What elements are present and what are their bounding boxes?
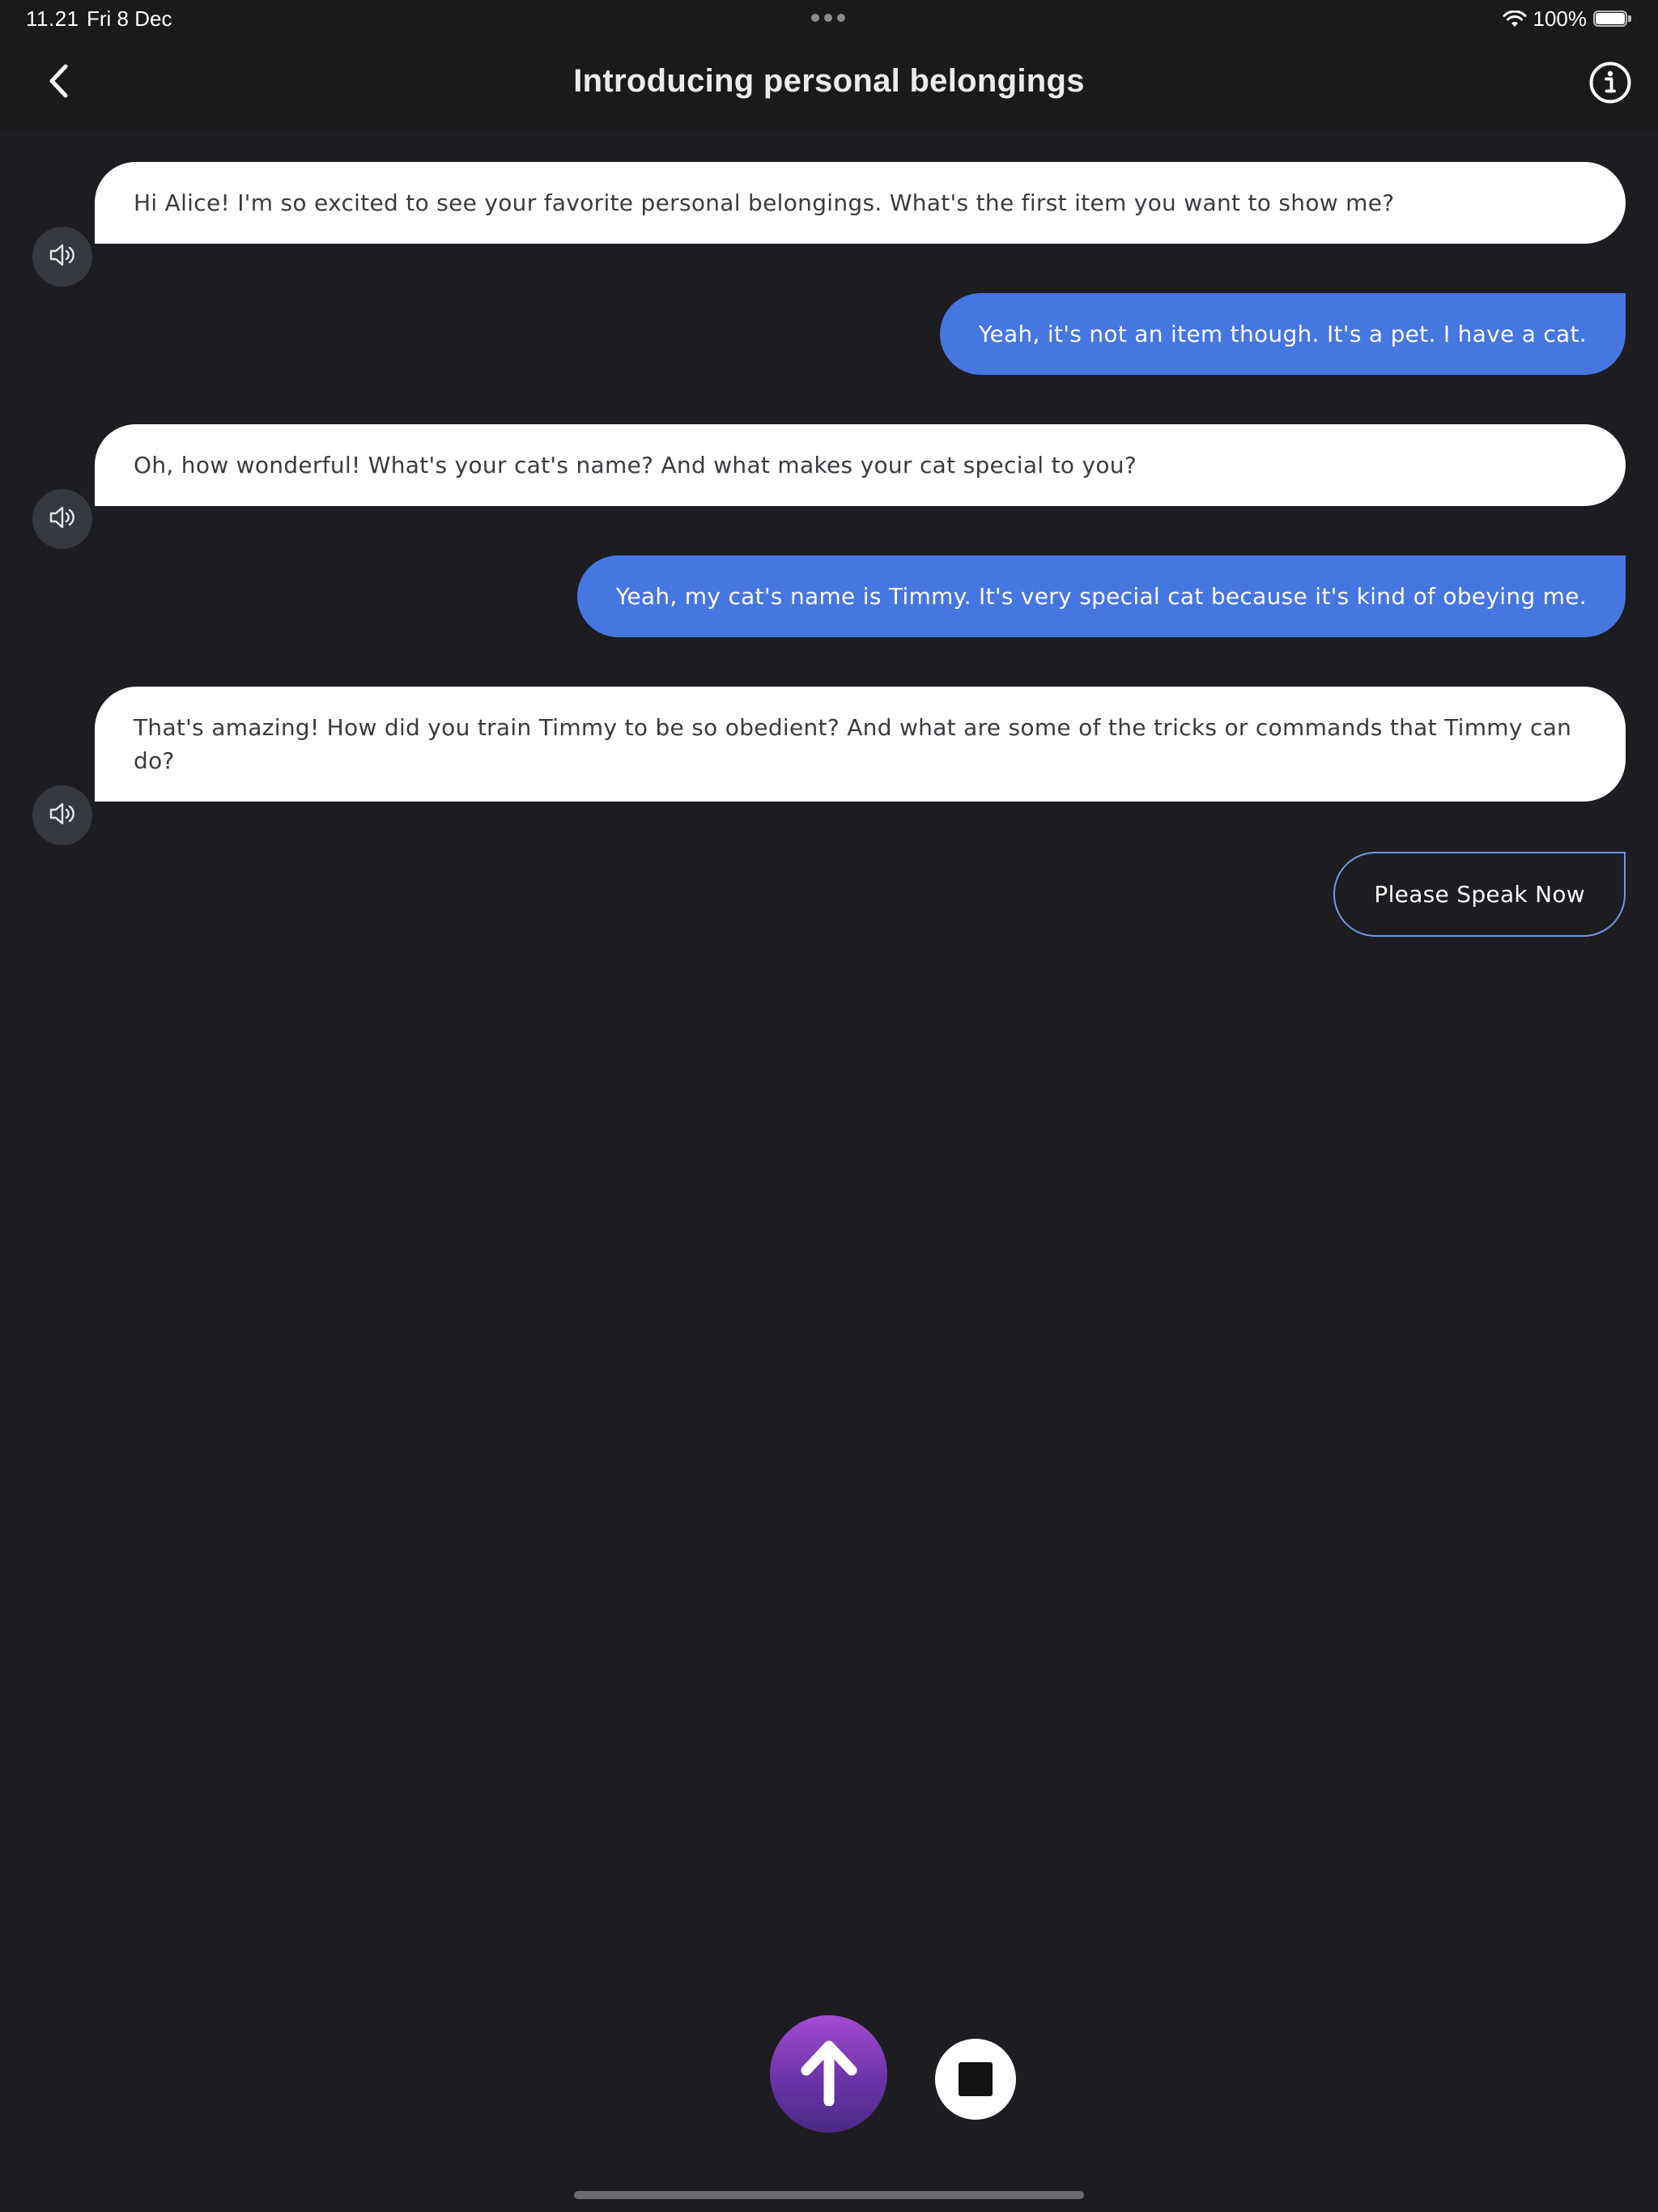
status-time: 11.21	[26, 6, 79, 31]
play-audio-button[interactable]	[32, 227, 92, 287]
play-audio-button[interactable]	[32, 785, 92, 845]
chat-screen: 11.21 Fri 8 Dec 100% Introducing persona…	[0, 0, 1658, 2212]
wifi-icon	[1503, 10, 1527, 28]
speaker-icon	[47, 502, 78, 537]
status-date: Fri 8 Dec	[87, 6, 172, 31]
speak-now-prompt: Please Speak Now	[1333, 852, 1626, 937]
multitasking-dots-icon[interactable]	[811, 14, 845, 22]
speaker-icon	[47, 798, 78, 833]
speaker-icon	[47, 240, 78, 274]
user-message: Yeah, my cat's name is Timmy. It's very …	[576, 555, 1626, 637]
assistant-message: That's amazing! How did you train Timmy …	[95, 687, 1626, 802]
arrow-up-icon	[797, 2038, 861, 2110]
status-bar: 11.21 Fri 8 Dec 100%	[0, 0, 1658, 39]
home-indicator[interactable]	[574, 2191, 1084, 2199]
page-title: Introducing personal belongings	[573, 63, 1085, 99]
stop-button[interactable]	[935, 2039, 1016, 2120]
play-audio-button[interactable]	[32, 489, 92, 549]
info-button[interactable]	[1588, 62, 1632, 106]
user-message: Yeah, it's not an item though. It's a pe…	[939, 293, 1626, 375]
info-circle-icon	[1588, 61, 1632, 108]
stop-icon	[959, 2062, 993, 2096]
battery-icon	[1593, 10, 1632, 28]
battery-percentage: 100%	[1533, 6, 1588, 31]
status-indicators: 100%	[1503, 6, 1633, 32]
send-button[interactable]	[770, 2015, 887, 2133]
assistant-message: Oh, how wonderful! What's your cat's nam…	[95, 424, 1626, 506]
assistant-message: Hi Alice! I'm so excited to see your fav…	[95, 162, 1626, 244]
